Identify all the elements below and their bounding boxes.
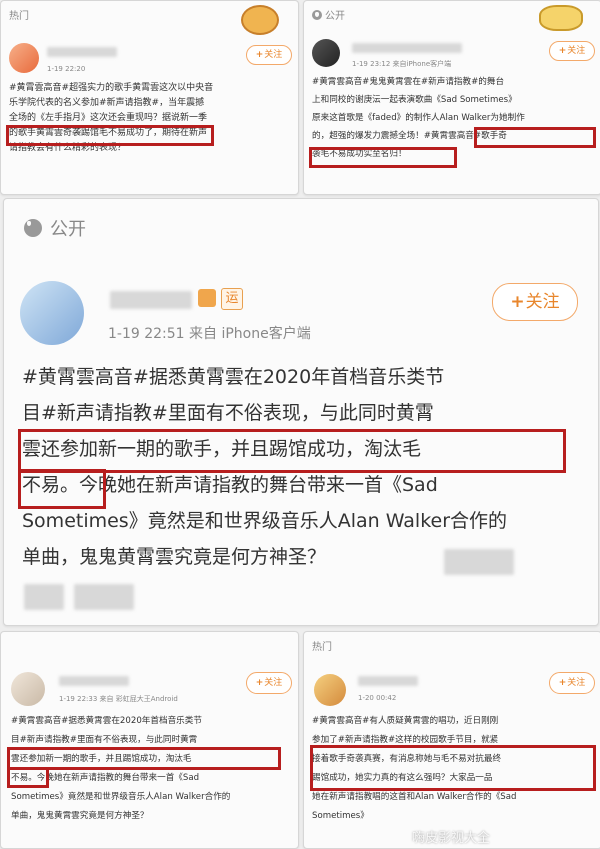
plus-icon: +: [558, 46, 567, 56]
text-line: 原来这首歌是《faded》的制作人Alan Walker为她制作: [312, 113, 525, 123]
follow-button[interactable]: +关注: [246, 45, 292, 65]
avatar[interactable]: [20, 281, 84, 345]
post-meta: 1-19 22:33 来自 彩虹屁大王Android: [59, 695, 178, 703]
follow-label: 关注: [525, 292, 560, 312]
follow-label: 关注: [264, 678, 283, 688]
plus-icon: +: [255, 50, 264, 60]
plus-icon: +: [558, 678, 567, 688]
post-meta: 1-20 00:42: [358, 694, 397, 702]
header-label: 热门: [312, 642, 332, 653]
avatar[interactable]: [9, 43, 39, 73]
highlight-box: [310, 745, 596, 791]
username-blurred: [47, 47, 117, 57]
globe-icon: [24, 219, 42, 237]
highlight-box: [6, 125, 214, 146]
text-line: 目#新声请指教#里面有不俗表现，与此同时黄霄: [22, 402, 434, 424]
text-line: 上和同校的谢庚沄一起表演歌曲《Sad Sometimes》: [312, 95, 517, 105]
post-card-1: 热门 1-19 22:20 +关注 #黄霄雲高音#超强实力的歌手黄霄雲这次以中央…: [0, 0, 299, 195]
card-header: 公开: [312, 7, 345, 22]
avatar[interactable]: [312, 39, 340, 67]
post-card-5: 热门 1-20 00:42 +关注 #黄霄雲高音#有人质疑黄霄雲的唱功，近日刚刚…: [303, 631, 600, 849]
image-placeholder-blurred: [444, 549, 514, 575]
card-header: 公开: [24, 215, 86, 241]
follow-label: 关注: [567, 46, 586, 56]
avatar[interactable]: [11, 672, 45, 706]
text-line: Sometimes》: [312, 811, 369, 821]
plus-icon: +: [255, 678, 264, 688]
post-card-4: 1-19 22:33 来自 彩虹屁大王Android +关注 #黄霄雲高音#据悉…: [0, 631, 299, 849]
follow-label: 关注: [567, 678, 586, 688]
username-blurred: [358, 676, 418, 686]
text-line: #黄霄雲高音#鬼鬼黄霄雲在#新声请指教#的舞台: [312, 77, 505, 87]
text-line: #黄霄雲高音#据悉黄霄雲在2020年首档音乐类节: [22, 366, 445, 388]
card-header: 热门: [312, 638, 332, 653]
username-blurred: [110, 291, 192, 309]
vip-crown-icon: [198, 289, 216, 307]
text-line: 单曲，鬼鬼黄霄雲究竟是何方神圣？: [22, 546, 327, 568]
post-card-3: 公开 运 1-19 22:51 来自 iPhone客户端 +关注 #黄霄雲高音#…: [3, 198, 599, 626]
card-header: 热门: [9, 7, 29, 22]
follow-button[interactable]: +关注: [246, 672, 292, 694]
follow-button[interactable]: +关注: [492, 283, 578, 321]
highlight-box: [18, 429, 566, 473]
image-placeholder-blurred: [74, 584, 134, 610]
emoji-sticker-icon: [539, 5, 583, 31]
text-line: Sometimes》竟然是和世界级音乐人Alan Walker合作的: [11, 792, 231, 802]
text-line: 乐学院代表的名义参加#新声请指教#，当年震撼: [9, 98, 205, 108]
header-label: 热门: [9, 11, 29, 22]
highlight-box: [7, 767, 49, 788]
text-line: #黄霄雲高音#据悉黄霄雲在2020年首档音乐类节: [11, 716, 202, 726]
username-blurred: [352, 43, 462, 53]
follow-button[interactable]: +关注: [549, 672, 595, 694]
header-label: 公开: [50, 219, 86, 240]
text-line: 单曲，鬼鬼黄霄雲究竟是何方神圣？: [11, 811, 149, 821]
text-line: #黄霄雲高音#超强实力的歌手黄霄雲这次以中央音: [9, 83, 214, 93]
site-watermark: 嗨皮影视大全: [412, 831, 491, 846]
text-line: 全场的《左手指月》这次还会重现吗？据说新一季: [9, 113, 208, 123]
header-label: 公开: [325, 11, 345, 22]
highlight-box: [309, 147, 457, 168]
globe-icon: [312, 9, 322, 20]
avatar[interactable]: [314, 674, 346, 706]
post-meta: 1-19 22:20: [47, 65, 86, 73]
text-line: #黄霄雲高音#有人质疑黄霄雲的唱功，近日刚刚: [312, 716, 499, 726]
badge: 运: [221, 288, 243, 310]
bear-sticker-icon: [241, 5, 279, 35]
follow-button[interactable]: +关注: [549, 41, 595, 61]
image-placeholder-blurred: [24, 584, 64, 610]
username-blurred: [59, 676, 129, 686]
post-meta: 1-19 22:51 来自 iPhone客户端: [108, 326, 311, 342]
post-meta: 1-19 23:12 来自iPhone客户端: [352, 60, 452, 68]
post-card-2: 公开 1-19 23:12 来自iPhone客户端 +关注 #黄霄雲高音#鬼鬼黄…: [303, 0, 600, 195]
highlight-box: [474, 127, 596, 148]
highlight-box: [18, 469, 106, 509]
follow-label: 关注: [264, 50, 283, 60]
plus-icon: +: [510, 292, 525, 312]
